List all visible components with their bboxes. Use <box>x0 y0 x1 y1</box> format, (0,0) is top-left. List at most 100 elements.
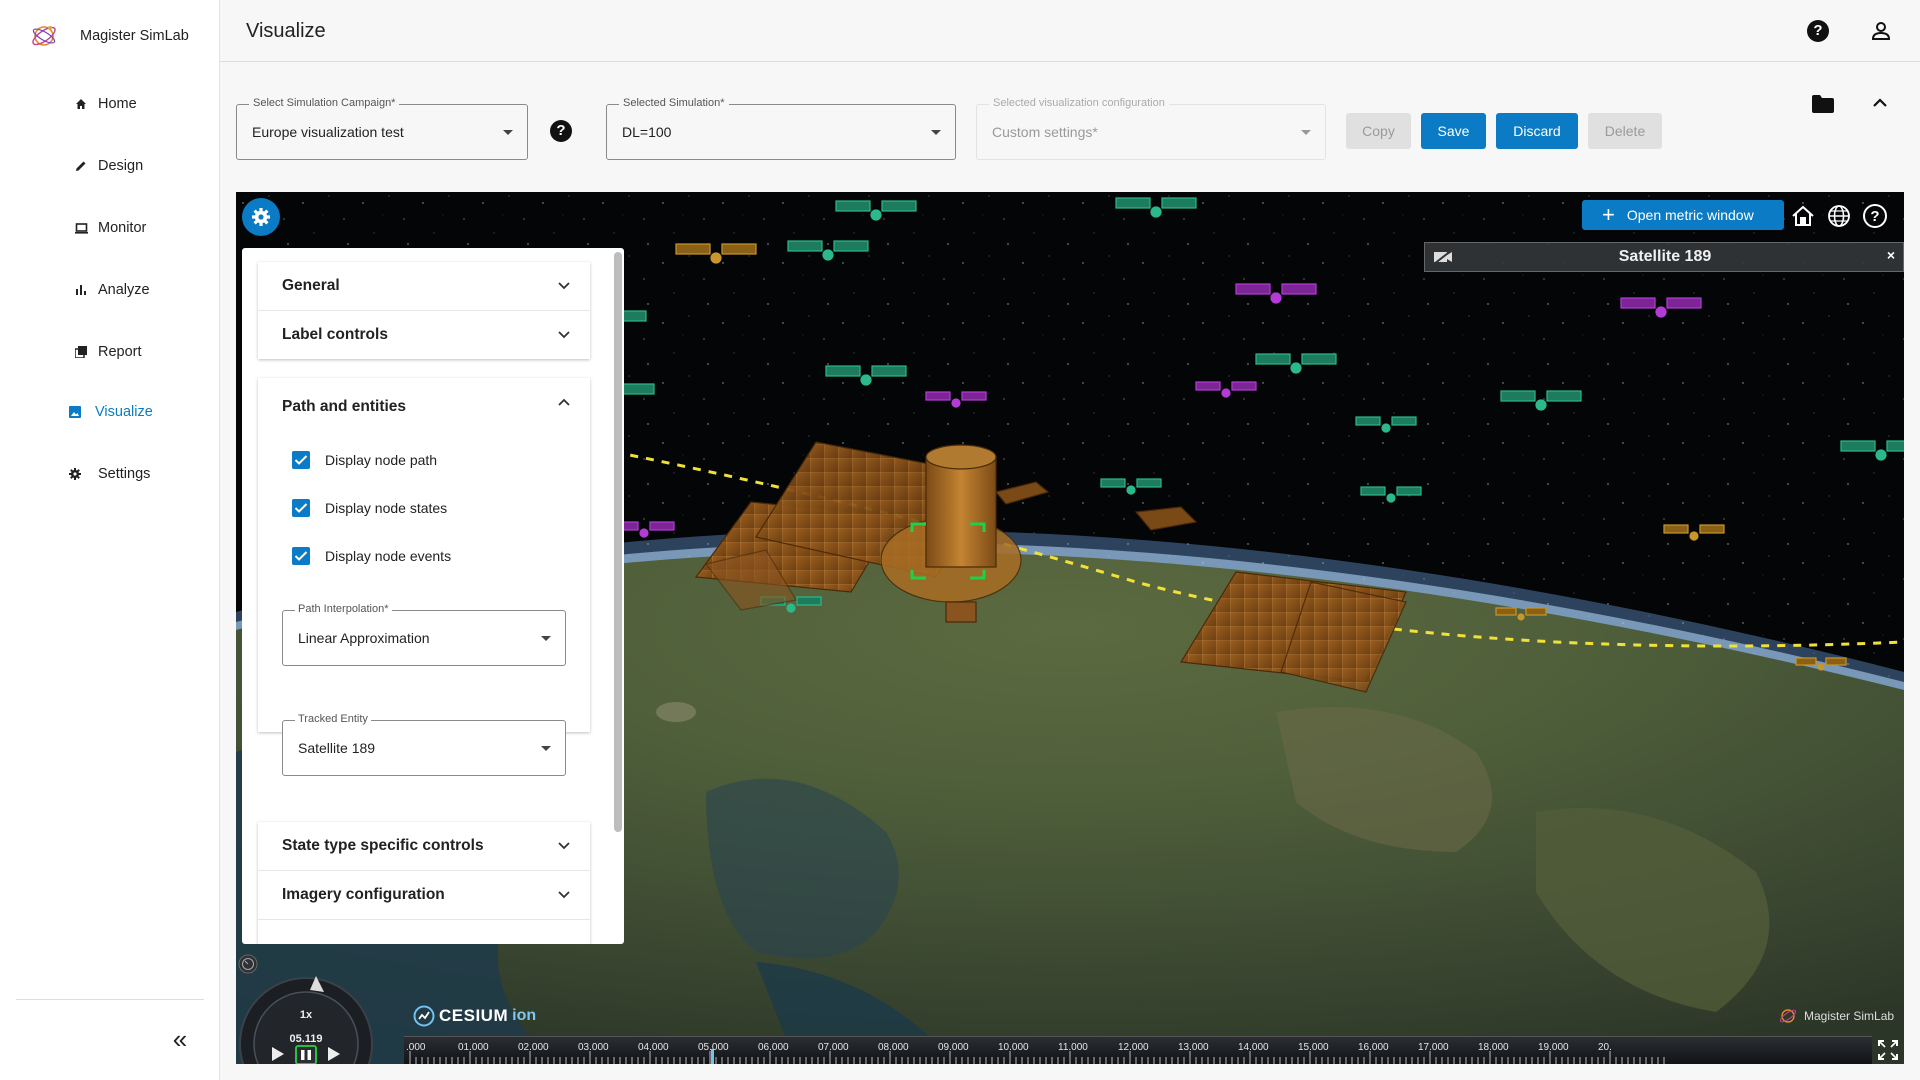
accordion-label-controls-header[interactable]: Label controls <box>258 311 590 359</box>
cesium-logo-icon <box>413 1005 435 1027</box>
nav-monitor[interactable]: Monitor <box>0 206 220 250</box>
timeline[interactable]: .000 01.000 02.000 03.000 04.000 05.000 06.000… <box>404 1036 1872 1064</box>
copy-button: Copy <box>1346 113 1411 149</box>
timeline-tick-label: 01.000 <box>458 1042 489 1053</box>
display-node-states-label: Display node states <box>325 500 448 516</box>
timeline-tick-label: 05.000 <box>698 1042 729 1053</box>
app-logo-icon <box>1779 1009 1797 1023</box>
accordion-state-type-header[interactable]: State type specific controls <box>258 822 590 870</box>
brand[interactable]: Magister SimLab <box>28 18 189 54</box>
credit-text: Magister SimLab <box>1804 1009 1895 1023</box>
caret-down-icon <box>1301 130 1311 135</box>
caret-down-icon <box>541 636 551 641</box>
timeline-tick-label: 16.000 <box>1358 1042 1389 1053</box>
save-button[interactable]: Save <box>1421 113 1486 149</box>
header: Visualize ? <box>220 0 1920 62</box>
nav-design[interactable]: Design <box>0 144 220 188</box>
timeline-tick-label: 12.000 <box>1118 1042 1149 1053</box>
delete-button: Delete <box>1588 113 1662 149</box>
gear-icon <box>252 208 270 226</box>
display-node-states-checkbox[interactable]: Display node states <box>292 496 447 520</box>
accordion-general[interactable]: General Label controls <box>258 262 590 359</box>
timeline-tick-label: 06.000 <box>758 1042 789 1053</box>
path-interpolation-select[interactable]: Path Interpolation* Linear Approximation <box>282 603 566 666</box>
chevron-down-icon <box>558 331 570 339</box>
user-icon[interactable] <box>1870 20 1892 42</box>
infobox-close-button[interactable]: × <box>1887 247 1895 263</box>
visualization-config-select: Selected visualization configuration Cus… <box>976 97 1326 160</box>
viewer-settings-button[interactable] <box>242 198 280 236</box>
display-node-path-checkbox[interactable]: Display node path <box>292 448 437 472</box>
timeline-tick-label: 11.000 <box>1058 1042 1088 1053</box>
entity-infobox: Satellite 189 × <box>1424 242 1904 272</box>
help-icon[interactable]: ? <box>1807 20 1829 42</box>
timeline-tick-label: 09.000 <box>938 1042 969 1053</box>
timeline-tick-label: 02.000 <box>518 1042 549 1053</box>
nav-analyze-label: Analyze <box>98 282 150 298</box>
accordion-path-entities-header[interactable]: Path and entities <box>258 378 590 430</box>
campaign-select-value: Europe visualization test <box>252 124 404 140</box>
collapse-sidebar-button[interactable]: « <box>166 1026 194 1052</box>
home-view-button[interactable] <box>1786 199 1820 233</box>
animation-widget[interactable]: 1x 05.119 <box>236 954 376 1064</box>
nav-settings[interactable]: Settings <box>0 452 220 496</box>
imagery-credit: Magister SimLab <box>1778 1006 1894 1026</box>
timeline-tick-label: 17.000 <box>1418 1042 1449 1053</box>
chevron-up-icon[interactable] <box>1872 96 1888 108</box>
cesium-ion-logo[interactable]: CESIUM ion <box>413 1004 536 1028</box>
panel-scrollbar[interactable] <box>614 252 622 832</box>
tracked-entity-value: Satellite 189 <box>298 740 376 756</box>
simulation-select-value: DL=100 <box>622 124 672 140</box>
timeline-tick-label: 07.000 <box>818 1042 849 1053</box>
timeline-tick-label: .000 <box>406 1042 426 1053</box>
home-icon <box>72 95 90 113</box>
config-select-value: Custom settings* <box>992 124 1098 140</box>
pause-button[interactable] <box>295 1045 317 1064</box>
nav-visualize-label: Visualize <box>95 404 153 420</box>
chevron-down-icon <box>558 842 570 850</box>
timeline-tick-label: 08.000 <box>878 1042 909 1053</box>
accordion-imagery-title: Imagery configuration <box>282 886 445 903</box>
campaign-select[interactable]: Select Simulation Campaign* Europe visua… <box>236 97 528 160</box>
pencil-icon <box>72 157 90 175</box>
viewer-help-button[interactable]: ? <box>1858 199 1892 233</box>
page-title: Visualize <box>246 20 326 42</box>
fullscreen-icon[interactable] <box>1876 1038 1900 1062</box>
gear-icon <box>66 465 84 483</box>
nav-analyze[interactable]: Analyze <box>0 268 220 312</box>
nav-visualize[interactable]: Visualize <box>0 390 220 434</box>
accordion-state-type-title: State type specific controls <box>282 837 484 854</box>
path-interpolation-value: Linear Approximation <box>298 630 430 646</box>
simulation-select[interactable]: Selected Simulation* DL=100 <box>606 97 956 160</box>
monitor-icon <box>72 219 90 237</box>
tracked-entity-select[interactable]: Tracked Entity Satellite 189 <box>282 713 566 776</box>
nav-report-label: Report <box>98 344 142 360</box>
accordion-general-header[interactable]: General <box>258 262 590 310</box>
simulation-select-label: Selected Simulation* <box>619 97 729 109</box>
campaign-select-label: Select Simulation Campaign* <box>249 97 400 109</box>
help-icon: ? <box>1863 204 1887 228</box>
timeline-tick-label: 14.000 <box>1238 1042 1269 1053</box>
chevron-up-icon <box>558 398 570 406</box>
animation-time: 05.119 <box>289 1033 322 1045</box>
chevron-down-icon <box>558 891 570 899</box>
display-node-events-checkbox[interactable]: Display node events <box>292 544 451 568</box>
folder-icon[interactable] <box>1812 95 1834 113</box>
home-icon <box>1792 205 1814 226</box>
open-metric-window-button[interactable]: + Open metric window <box>1582 200 1784 230</box>
campaign-help-icon[interactable]: ? <box>550 120 572 142</box>
timeline-tick-label: 20. <box>1598 1042 1612 1053</box>
sidebar: Magister SimLab Home Design Monitor Anal… <box>0 0 220 1080</box>
open-metric-window-label: Open metric window <box>1626 207 1754 223</box>
accordion-imagery-header[interactable]: Imagery configuration <box>258 871 590 919</box>
nav-report[interactable]: Report <box>0 330 220 374</box>
timeline-tick-label: 03.000 <box>578 1042 609 1053</box>
caret-down-icon <box>541 746 551 751</box>
discard-button[interactable]: Discard <box>1496 113 1578 149</box>
nav-monitor-label: Monitor <box>98 220 147 236</box>
globe-button[interactable] <box>1822 199 1856 233</box>
visualization-settings-panel: General Label controls Path and entities… <box>242 248 624 944</box>
caret-down-icon <box>503 130 513 135</box>
nav-home[interactable]: Home <box>0 82 220 126</box>
cesium-viewer[interactable]: General Label controls Path and entities… <box>236 192 1904 1064</box>
